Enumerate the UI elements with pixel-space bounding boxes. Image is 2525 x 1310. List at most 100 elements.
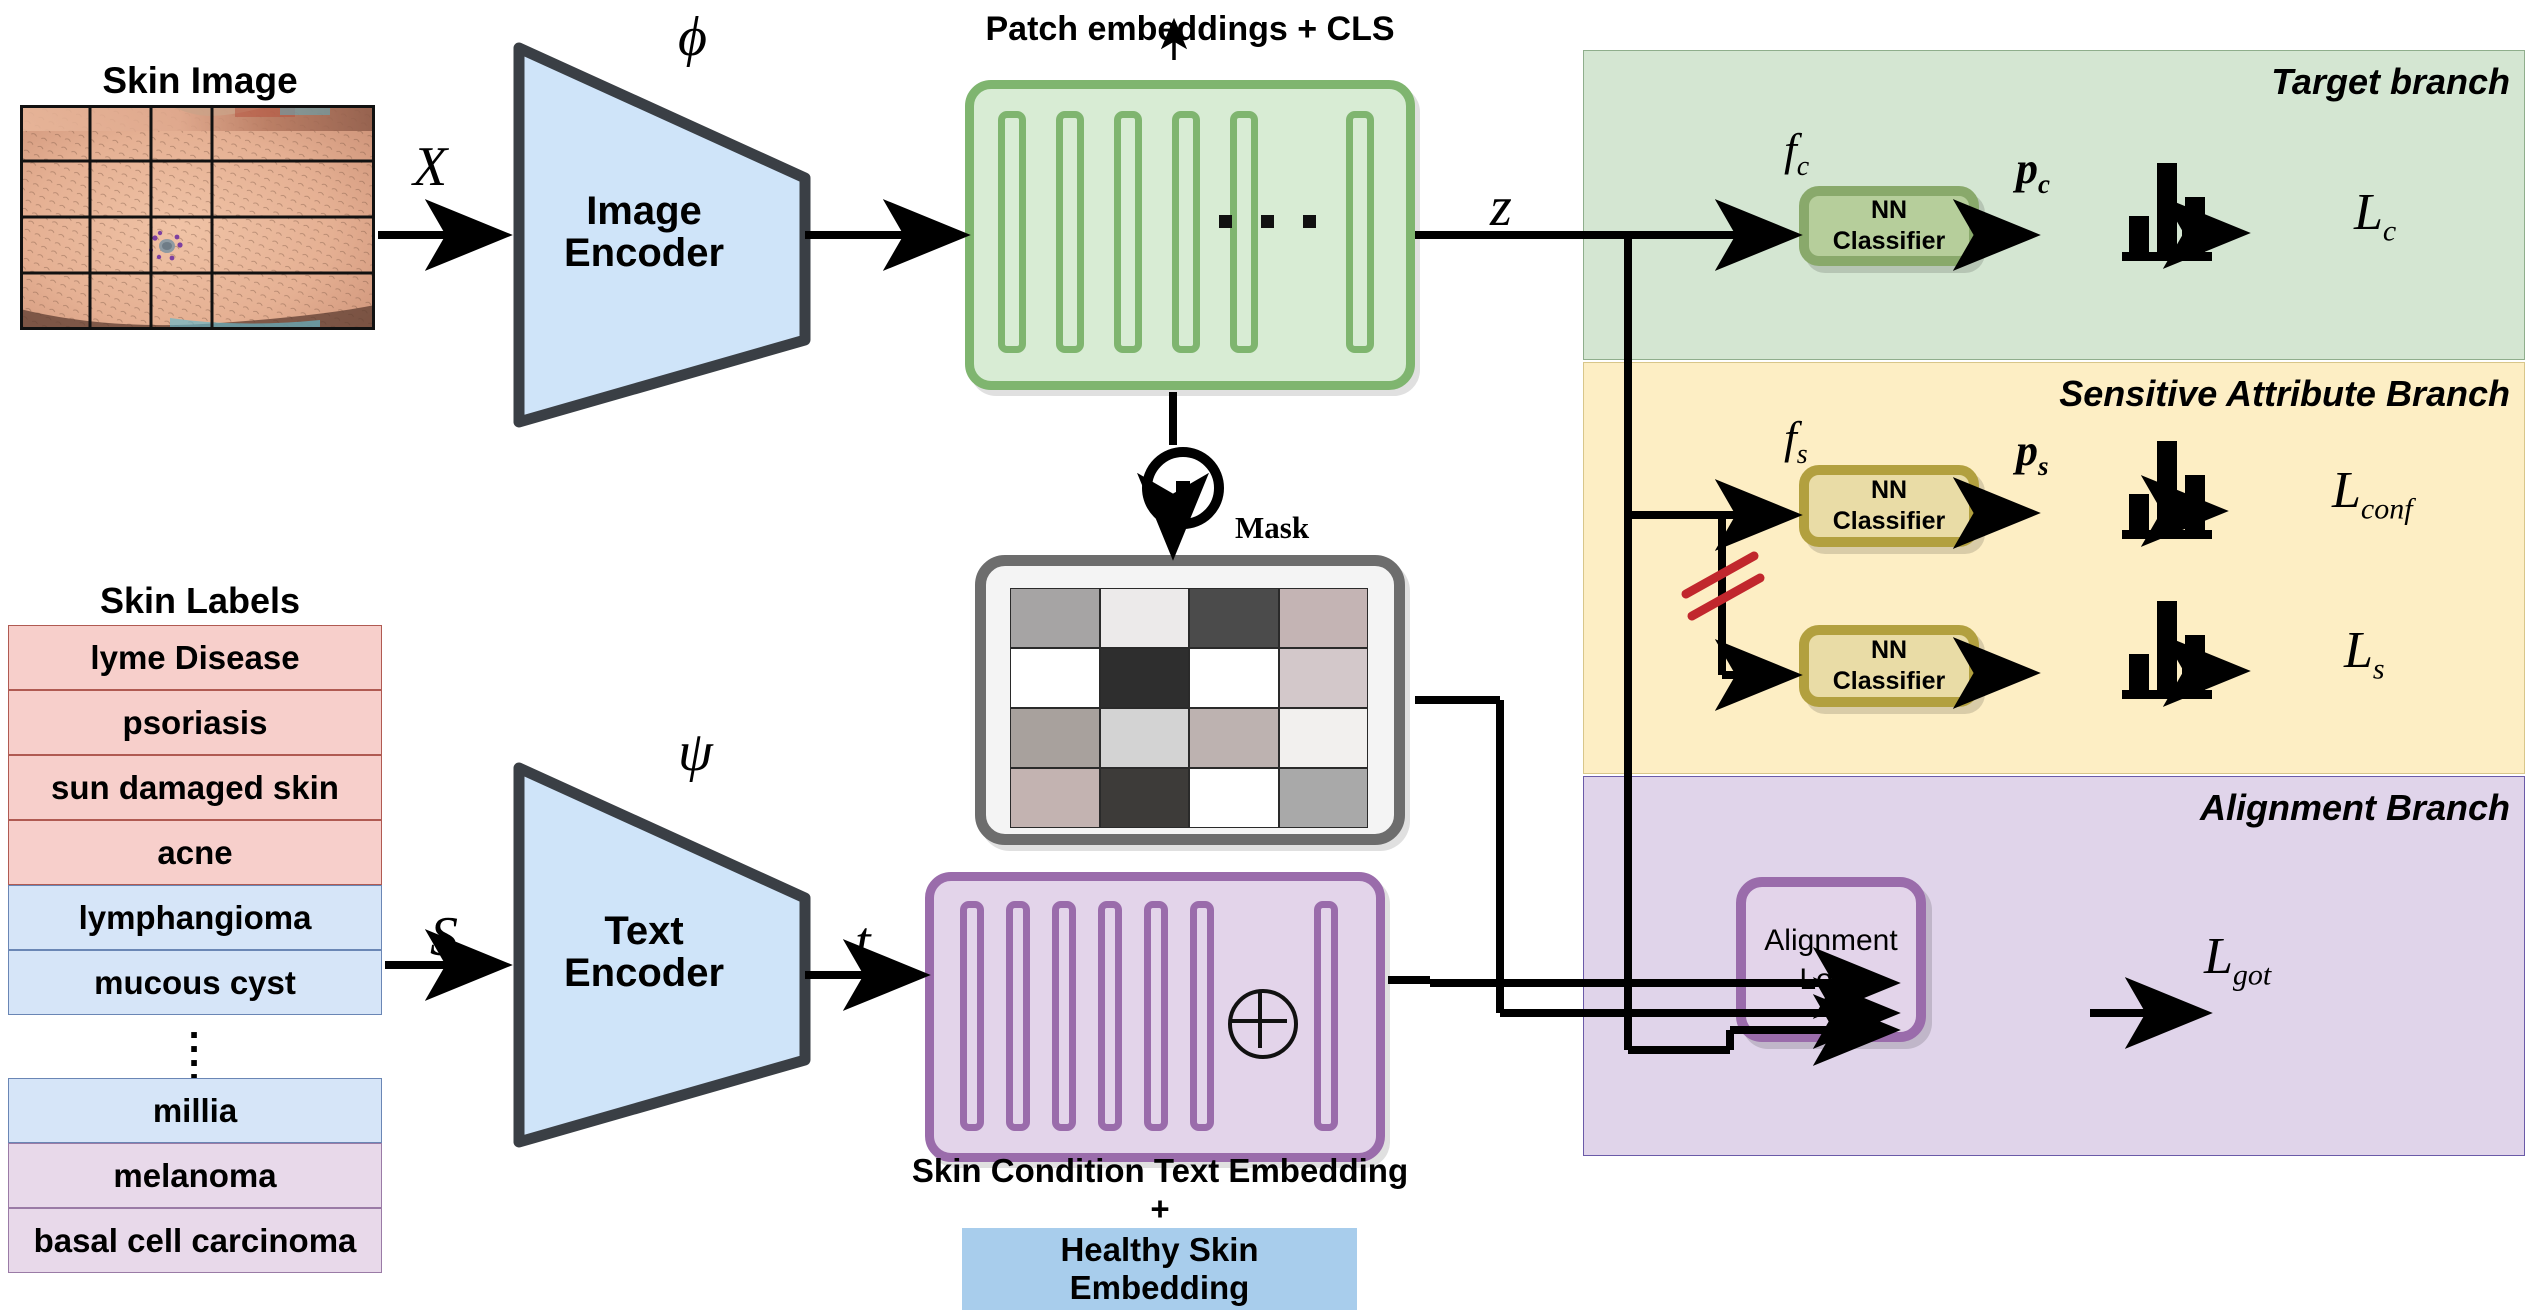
text-embedding-bar bbox=[1190, 901, 1214, 1131]
mask-cell bbox=[1010, 588, 1100, 648]
patch-embeddings-title: Patch embeddings + CLS bbox=[985, 10, 1395, 48]
plus-circle-icon bbox=[1228, 989, 1298, 1059]
alignment-branch-panel: Alignment Branch Alignment Loss Lgot bbox=[1583, 776, 2525, 1156]
mask-cell bbox=[1189, 708, 1279, 768]
histogram-bar bbox=[2185, 635, 2205, 690]
image-encoder-line1: Image bbox=[586, 189, 702, 233]
patch-embedding-bar bbox=[1056, 111, 1084, 353]
mask-cell bbox=[1189, 588, 1279, 648]
mask-cell bbox=[1278, 768, 1368, 828]
list-item[interactable]: psoriasis bbox=[8, 690, 382, 755]
list-item[interactable]: sun damaged skin bbox=[8, 755, 382, 820]
nn-line1: NN bbox=[1870, 475, 1908, 504]
patch-embedding-bar bbox=[1172, 111, 1200, 353]
list-item[interactable]: lyme Disease bbox=[8, 625, 382, 690]
pc-symbol: pc bbox=[2016, 144, 2050, 199]
healthy-skin-embedding-badge: Healthy Skin Embedding bbox=[962, 1228, 1357, 1310]
histogram-bar bbox=[2129, 654, 2149, 690]
target-branch-panel: Target branch fc NN Classifier pc Lc bbox=[1583, 50, 2525, 360]
target-probability-histogram bbox=[2122, 163, 2212, 261]
nn-line2: Classifier bbox=[1832, 507, 1946, 535]
alignment-loss-box[interactable]: Alignment Loss bbox=[1736, 877, 1926, 1042]
mask-cell bbox=[1278, 588, 1368, 648]
skin-image-title: Skin Image bbox=[102, 60, 298, 101]
mask-cell bbox=[1278, 648, 1368, 708]
t-output-symbol: t bbox=[855, 911, 871, 973]
list-item[interactable]: lymphangioma bbox=[8, 885, 382, 950]
mask-cell bbox=[1010, 648, 1100, 708]
histogram-bar bbox=[2129, 216, 2149, 252]
patch-embedding-bar bbox=[998, 111, 1026, 353]
list-item[interactable]: basal cell carcinoma bbox=[8, 1208, 382, 1273]
x-input-symbol: X bbox=[413, 136, 448, 198]
target-branch-title: Target branch bbox=[2271, 61, 2510, 102]
z-symbol: z bbox=[1490, 176, 1512, 238]
image-encoder[interactable]: Image Encoder bbox=[505, 40, 825, 430]
mask-cell bbox=[1099, 768, 1189, 828]
target-nn-classifier[interactable]: NN Classifier bbox=[1799, 186, 1979, 266]
text-embedding-box bbox=[925, 872, 1385, 1162]
nn-line2: Classifier bbox=[1832, 667, 1946, 695]
text-embedding-bar bbox=[1144, 901, 1168, 1131]
sensitive-conf-histogram bbox=[2122, 441, 2212, 539]
text-embedding-bar bbox=[960, 901, 984, 1131]
sensitive-branch-title: Sensitive Attribute Branch bbox=[2059, 373, 2510, 414]
text-encoder[interactable]: Text Encoder bbox=[505, 760, 825, 1150]
skin-photo-svg bbox=[20, 105, 375, 330]
nn-line1: NN bbox=[1870, 635, 1908, 664]
ls-symbol: Ls bbox=[2344, 622, 2385, 686]
patch-embedding-bar bbox=[1346, 111, 1374, 353]
skin-labels-table: lyme Disease psoriasis sun damaged skin … bbox=[8, 625, 382, 1015]
mask-cell bbox=[1010, 708, 1100, 768]
ps-symbol: ps bbox=[2016, 426, 2049, 481]
patch-ellipsis-icon bbox=[1219, 215, 1329, 233]
histogram-bar bbox=[2185, 475, 2205, 530]
histogram-bar bbox=[2129, 494, 2149, 530]
histogram-bar bbox=[2185, 197, 2205, 252]
mask-cell bbox=[1099, 648, 1189, 708]
patch-embeddings-box bbox=[965, 80, 1415, 390]
nn-line1: NN bbox=[1870, 195, 1908, 224]
mask-cell bbox=[1189, 648, 1279, 708]
mask-cell bbox=[1189, 768, 1279, 828]
skin-image-photo bbox=[20, 105, 375, 330]
text-embedding-caption-plus: + bbox=[1150, 1190, 1170, 1227]
sensitive-nn-classifier-s[interactable]: NN Classifier bbox=[1799, 625, 1979, 707]
phi-symbol: ϕ bbox=[678, 6, 707, 68]
list-item[interactable]: acne bbox=[8, 820, 382, 885]
image-encoder-label: Image Encoder bbox=[519, 190, 769, 275]
mask-box bbox=[975, 555, 1405, 845]
fc-symbol: fc bbox=[1784, 124, 1810, 183]
text-embedding-bar bbox=[1098, 901, 1122, 1131]
elementwise-product-icon bbox=[1142, 447, 1224, 529]
alignment-branch-title: Alignment Branch bbox=[2199, 787, 2510, 828]
patch-embedding-bar bbox=[1114, 111, 1142, 353]
text-encoder-line2: Encoder bbox=[563, 951, 725, 996]
text-encoder-line1: Text bbox=[604, 909, 684, 953]
text-embedding-caption: Skin Condition Text Embedding bbox=[911, 1152, 1409, 1189]
list-item[interactable]: melanoma bbox=[8, 1143, 382, 1208]
list-item[interactable]: millia bbox=[8, 1078, 382, 1143]
alignment-line2: Loss bbox=[1799, 962, 1863, 996]
sensitive-attribute-branch-panel: Sensitive Attribute Branch fs NN Classif… bbox=[1583, 362, 2525, 774]
vertical-ellipsis-icon: .... bbox=[188, 1003, 202, 1089]
text-encoder-label: Text Encoder bbox=[519, 910, 769, 995]
diagram-canvas: Skin Image Skin Labels lyme Disease psor… bbox=[0, 0, 2525, 1310]
sensitive-nn-classifier-conf[interactable]: NN Classifier bbox=[1799, 465, 1979, 547]
histogram-bar bbox=[2157, 441, 2177, 530]
image-encoder-line2: Encoder bbox=[563, 231, 725, 276]
fs-symbol: fs bbox=[1784, 412, 1808, 471]
text-embedding-bar bbox=[1006, 901, 1030, 1131]
text-embedding-bar bbox=[1314, 901, 1338, 1131]
psi-symbol: ψ bbox=[678, 721, 713, 783]
mask-cell bbox=[1099, 708, 1189, 768]
histogram-bar bbox=[2157, 601, 2177, 690]
alignment-line1: Alignment bbox=[1764, 923, 1898, 957]
mask-title: Mask bbox=[1235, 510, 1310, 545]
sensitive-s-histogram bbox=[2122, 601, 2212, 699]
mask-cell bbox=[1010, 768, 1100, 828]
text-embedding-bar bbox=[1052, 901, 1076, 1131]
nn-line2: Classifier bbox=[1832, 227, 1946, 255]
lc-symbol: Lc bbox=[2354, 184, 2397, 248]
mask-cell bbox=[1278, 708, 1368, 768]
